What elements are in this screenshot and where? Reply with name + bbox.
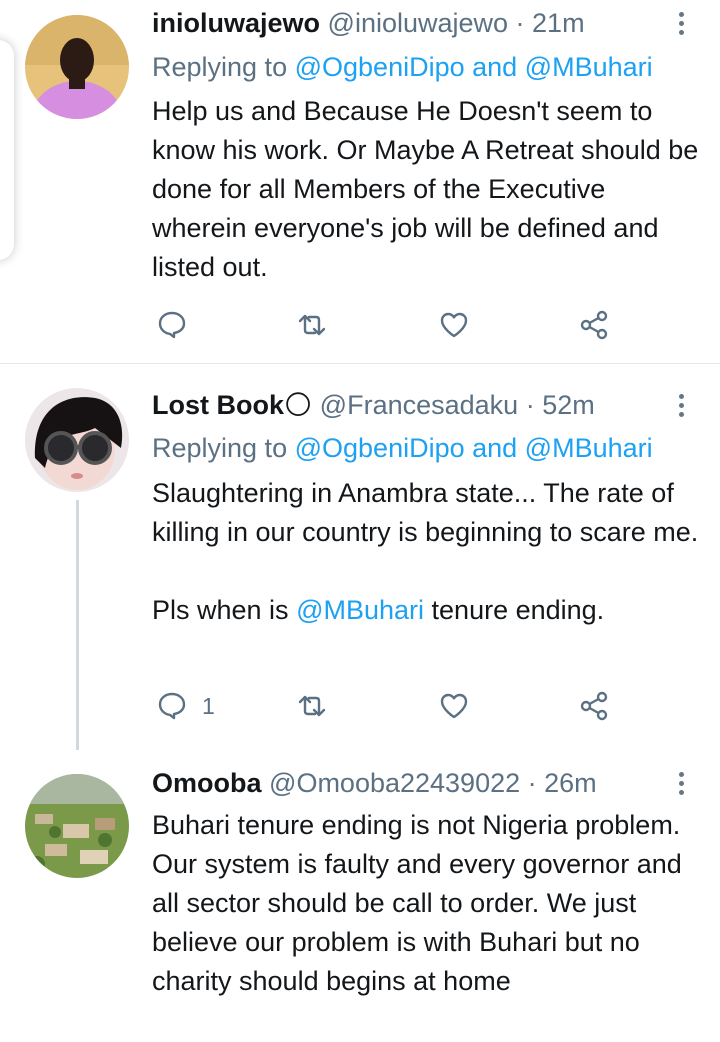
retweet-icon <box>298 314 326 336</box>
replying-to-mentions[interactable]: @OgbeniDipo and @MBuhari <box>295 433 653 463</box>
timestamp[interactable]: 21m <box>532 8 585 38</box>
avatar[interactable] <box>25 15 129 119</box>
more-icon[interactable] <box>676 772 686 799</box>
user-handle[interactable]: @Francesadaku <box>320 390 519 420</box>
tweet-header: inioluwajewo @inioluwajewo · 21m <box>152 6 690 40</box>
tweet-body: Slaughtering in Anambra state... The rat… <box>152 474 702 630</box>
retweet-icon <box>298 695 326 717</box>
display-name[interactable]: Omooba <box>152 768 262 798</box>
replying-to-mentions[interactable]: @OgbeniDipo and @MBuhari <box>295 52 653 82</box>
separator-dot: · <box>518 390 543 420</box>
thread-connector <box>76 500 79 750</box>
reply-icon <box>158 692 186 720</box>
user-handle[interactable]: @inioluwajewo <box>328 8 509 38</box>
like-icon <box>440 693 468 719</box>
like-button[interactable] <box>438 305 470 345</box>
retweet-button[interactable] <box>296 686 328 726</box>
mention-link[interactable]: @MBuhari <box>296 595 424 625</box>
tweet-text-prefix: Pls when is <box>152 595 289 625</box>
like-button[interactable] <box>438 686 470 726</box>
avatar[interactable] <box>25 774 129 878</box>
replying-to-label: Replying to <box>152 433 288 463</box>
tweet-inioluwajewo[interactable]: inioluwajewo @inioluwajewo · 21m Replyin… <box>0 0 720 363</box>
reply-count: 1 <box>202 692 215 719</box>
like-icon <box>440 312 468 338</box>
reply-button[interactable]: 1 <box>156 686 215 726</box>
tweet-text: Slaughtering in Anambra state... The rat… <box>152 478 699 547</box>
user-handle[interactable]: @Omooba22439022 <box>269 768 520 798</box>
tweet-text: Help us and Because He Doesn't seem to k… <box>152 96 699 282</box>
replying-to-label: Replying to <box>152 52 288 82</box>
avatar[interactable] <box>25 388 129 492</box>
timestamp[interactable]: 52m <box>542 390 595 420</box>
name-emoji: 🌕 <box>284 390 313 420</box>
tweet-text-line2: Pls when is @MBuhari tenure ending. <box>152 591 702 630</box>
tweet-text-suffix: tenure ending. <box>424 595 605 625</box>
separator-dot: · <box>520 768 545 798</box>
replying-to: Replying to @OgbeniDipo and @MBuhari <box>152 50 653 84</box>
separator-dot: · <box>508 8 533 38</box>
display-name[interactable]: inioluwajewo <box>152 8 320 38</box>
more-icon[interactable] <box>676 12 686 39</box>
tweet-lost-book[interactable]: Lost Book🌕 @Francesadaku · 52m Replying … <box>0 364 720 750</box>
retweet-button[interactable] <box>296 305 328 345</box>
timestamp[interactable]: 26m <box>544 768 597 798</box>
tweet-body: Help us and Because He Doesn't seem to k… <box>152 92 702 287</box>
share-icon <box>580 310 608 340</box>
tweet-omooba[interactable]: Omooba @Omooba22439022 · 26m Buhari tenu… <box>0 750 720 1042</box>
display-name[interactable]: Lost Book <box>152 390 284 420</box>
share-button[interactable] <box>578 686 610 726</box>
tweet-actions <box>156 305 626 345</box>
reply-button[interactable] <box>156 305 188 345</box>
replying-to: Replying to @OgbeniDipo and @MBuhari <box>152 431 653 465</box>
tweet-header: Lost Book🌕 @Francesadaku · 52m <box>152 388 690 422</box>
share-icon <box>580 691 608 721</box>
tweet-body: Buhari tenure ending is not Nigeria prob… <box>152 806 702 1001</box>
tweet-actions: 1 <box>156 686 626 726</box>
reply-icon <box>158 311 186 339</box>
more-icon[interactable] <box>676 394 686 421</box>
share-button[interactable] <box>578 305 610 345</box>
tweet-header: Omooba @Omooba22439022 · 26m <box>152 766 690 800</box>
tweet-text: Buhari tenure ending is not Nigeria prob… <box>152 810 682 996</box>
